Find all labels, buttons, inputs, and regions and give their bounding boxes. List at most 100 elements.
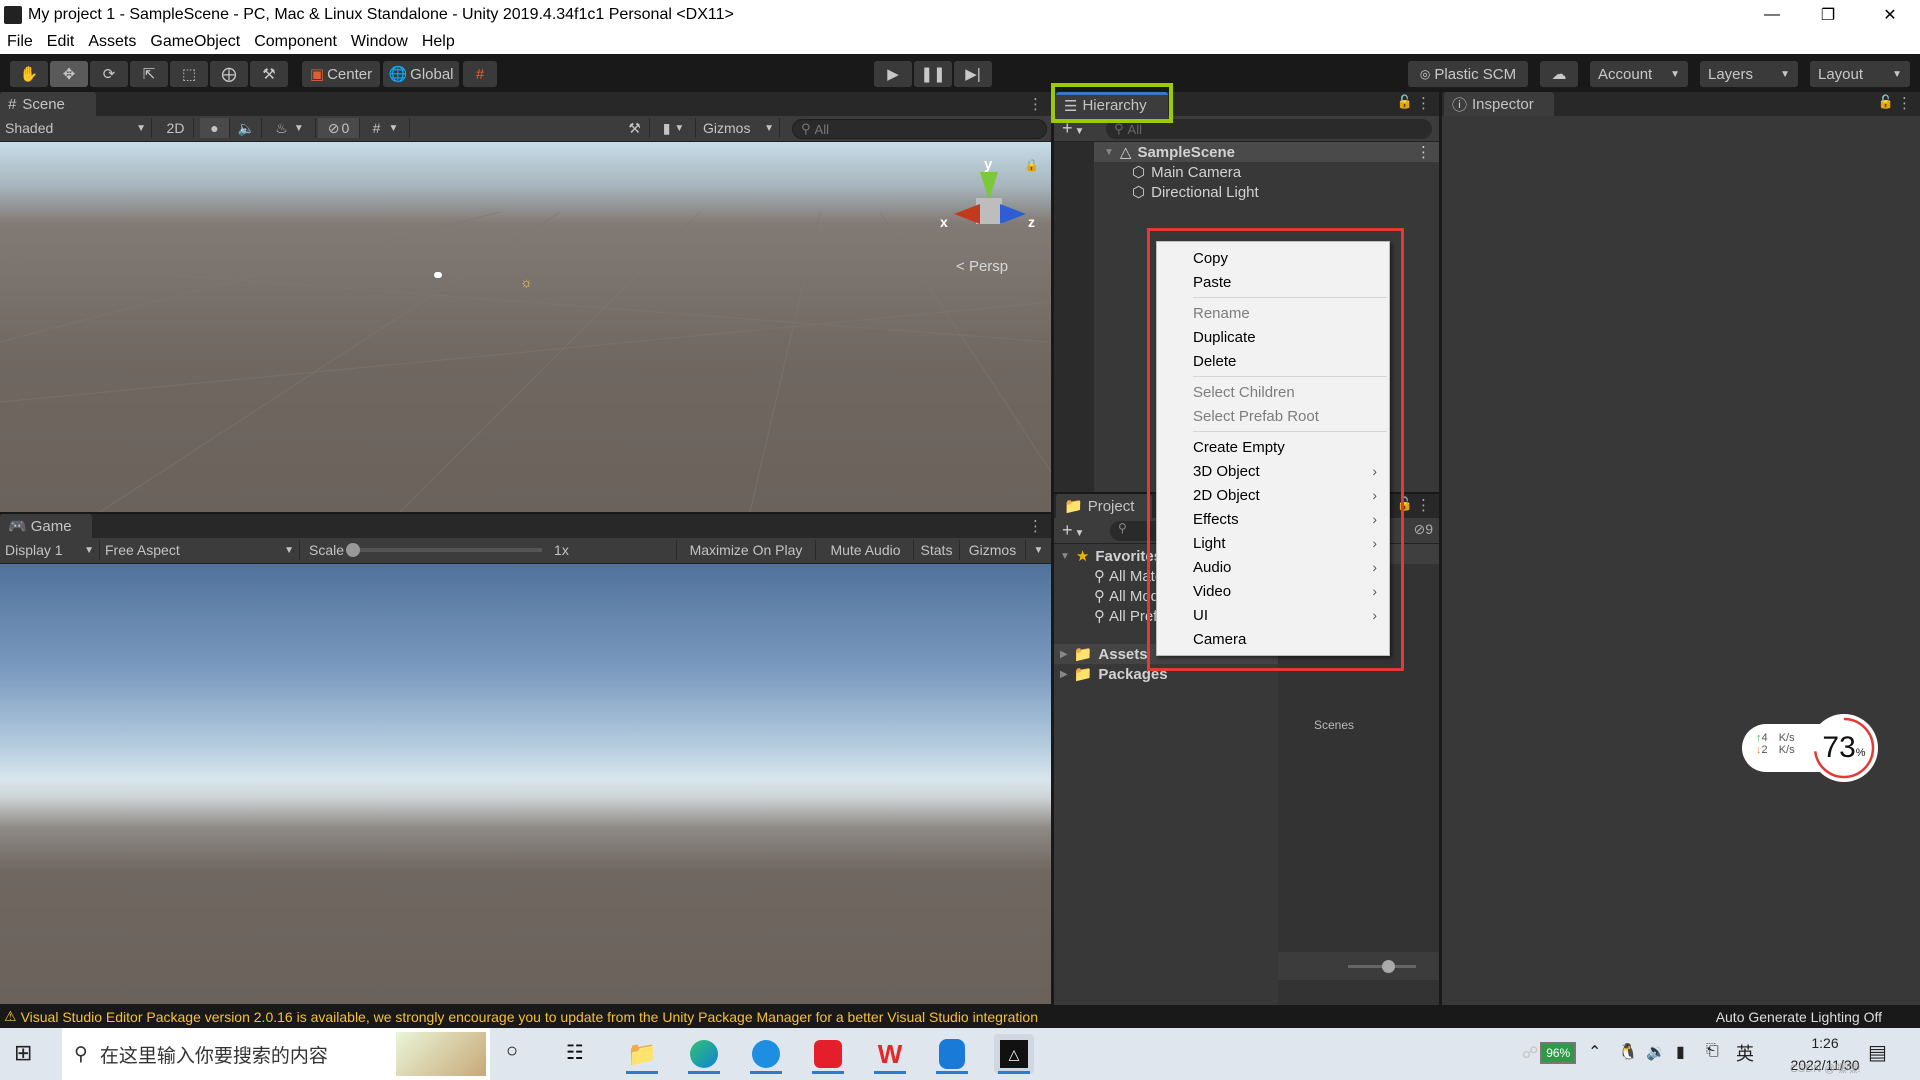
minimize-button[interactable]: — (1744, 0, 1800, 30)
menu-item-copy[interactable]: Copy (1157, 246, 1389, 270)
cortana-button[interactable]: ○ (506, 1040, 518, 1063)
hidden-packages-toggle[interactable]: ⊘9 (1413, 521, 1433, 538)
scenes-folder-label[interactable]: Scenes (1314, 718, 1354, 732)
gizmo-z-arrow[interactable] (1000, 204, 1026, 224)
game-gizmos-dropdown[interactable]: ▼ (1026, 540, 1051, 560)
taskbar-app-edge[interactable] (684, 1034, 724, 1074)
battery-indicator[interactable]: ☍ 96% (1522, 1042, 1577, 1064)
lock-icon[interactable]: 🔒 (1024, 158, 1039, 172)
menu-item-light[interactable]: Light › (1157, 531, 1389, 555)
camera-dropdown[interactable]: ▮ ▼ (652, 118, 696, 138)
play-button[interactable]: ▶ (874, 61, 912, 87)
pivot-mode-button[interactable]: ▣ Center (302, 61, 380, 87)
menu-file[interactable]: File (0, 33, 40, 51)
mute-audio-toggle[interactable]: Mute Audio (818, 540, 914, 560)
action-center-button[interactable]: ▤ (1868, 1040, 1887, 1065)
transform-tool-button[interactable]: ⨁ (210, 61, 248, 87)
show-hidden-icons-button[interactable]: ⌃ (1588, 1042, 1601, 1062)
taskbar-app-file-explorer[interactable]: 📁 (622, 1034, 662, 1074)
step-button[interactable]: ▶| (954, 61, 992, 87)
game-gizmos-toggle[interactable]: Gizmos (960, 540, 1026, 560)
taskbar-app-edge-legacy[interactable] (746, 1034, 786, 1074)
thumbnail-size-slider[interactable] (1348, 960, 1416, 973)
menu-item-2d-object[interactable]: 2D Object › (1157, 483, 1389, 507)
project-create-dropdown[interactable]: + ▼ (1062, 520, 1084, 541)
gizmos-dropdown[interactable]: Gizmos ▼ (698, 118, 780, 138)
audio-toggle[interactable]: 🔈 (232, 118, 262, 138)
tab-inspector[interactable]: ⓘ Inspector (1444, 92, 1554, 116)
gizmo-y-arrow[interactable] (980, 172, 998, 200)
menu-window[interactable]: Window (344, 33, 415, 51)
menu-item-duplicate[interactable]: Duplicate (1157, 325, 1389, 349)
hand-tool-button[interactable]: ✋ (10, 61, 48, 87)
qq-tray-icon[interactable]: 🐧 (1618, 1042, 1638, 1062)
menu-item-create-empty[interactable]: Create Empty (1157, 435, 1389, 459)
taskbar-search-box[interactable]: ⚲ 在这里输入你要搜索的内容 (62, 1028, 490, 1080)
more-options-icon[interactable]: ⋮ (1416, 496, 1431, 514)
expand-arrow-icon[interactable]: ▶ (1060, 669, 1068, 680)
plastic-scm-button[interactable]: ◎ Plastic SCM (1408, 61, 1528, 87)
windows-start-button[interactable]: ⊞ (14, 1040, 32, 1066)
light-gizmo-icon[interactable]: ☼ (520, 274, 533, 290)
lock-icon[interactable]: 🔓 (1878, 94, 1894, 110)
volume-tray-icon[interactable]: 🔉 (1646, 1042, 1666, 1062)
menu-assets[interactable]: Assets (81, 33, 143, 51)
sync-tray-icon[interactable]: ⎗ (1706, 1042, 1719, 1060)
stats-toggle[interactable]: Stats (914, 540, 960, 560)
layout-dropdown[interactable]: Layout ▼ (1810, 61, 1910, 87)
task-view-button[interactable]: ☷ (566, 1040, 584, 1065)
aspect-dropdown[interactable]: Free Aspect ▼ (100, 540, 300, 560)
hierarchy-item[interactable]: ⬡ Main Camera (1094, 162, 1439, 182)
pause-button[interactable]: ❚❚ (914, 61, 952, 87)
menu-item-audio[interactable]: Audio › (1157, 555, 1389, 579)
game-viewport[interactable] (0, 564, 1051, 1004)
move-tool-button[interactable]: ✥ (50, 61, 88, 87)
menu-gameobject[interactable]: GameObject (143, 33, 247, 51)
tab-game[interactable]: 🎮 Game (0, 514, 92, 538)
camera-gizmo-icon[interactable] (434, 272, 442, 278)
more-options-icon[interactable]: ⋮ (1028, 95, 1043, 113)
menu-item-effects[interactable]: Effects › (1157, 507, 1389, 531)
scene-root-row[interactable]: ▼ △ SampleScene ⋮ (1094, 142, 1439, 162)
menu-item-video[interactable]: Video › (1157, 579, 1389, 603)
layers-dropdown[interactable]: Layers ▼ (1700, 61, 1798, 87)
menu-component[interactable]: Component (247, 33, 344, 51)
menu-item-ui[interactable]: UI › (1157, 603, 1389, 627)
close-button[interactable]: ✕ (1862, 0, 1918, 30)
grid-snap-button[interactable]: # (463, 61, 497, 87)
menu-item-paste[interactable]: Paste (1157, 270, 1389, 294)
rotate-tool-button[interactable]: ⟳ (90, 61, 128, 87)
rect-tool-button[interactable]: ⬚ (170, 61, 208, 87)
more-options-icon[interactable]: ⋮ (1416, 94, 1431, 112)
menu-item-delete[interactable]: Delete (1157, 349, 1389, 373)
taskbar-app-unity[interactable]: △ (994, 1034, 1034, 1074)
menu-help[interactable]: Help (415, 33, 462, 51)
scene-search-input[interactable]: ⚲ All (792, 119, 1047, 139)
maximize-button[interactable]: ❐ (1800, 0, 1856, 30)
expand-arrow-icon[interactable]: ▼ (1104, 147, 1114, 158)
scale-track[interactable] (346, 543, 543, 557)
lighting-toggle[interactable]: ● (200, 118, 230, 138)
more-options-icon[interactable]: ⋮ (1028, 517, 1043, 535)
scale-slider[interactable]: Scale 1x (304, 540, 674, 560)
ime-indicator[interactable]: 英 (1736, 1040, 1754, 1066)
memory-usage-gauge[interactable]: 73% (1810, 714, 1878, 782)
power-tray-icon[interactable]: ▮ (1676, 1042, 1685, 1062)
status-warning-message[interactable]: Visual Studio Editor Package version 2.0… (21, 1009, 1038, 1025)
tab-project[interactable]: 📁 Project (1056, 494, 1152, 518)
more-options-icon[interactable]: ⋮ (1416, 143, 1431, 161)
gizmo-x-arrow[interactable] (954, 204, 980, 224)
taskbar-app-wps[interactable]: W (870, 1034, 910, 1074)
custom-tool-button[interactable]: ⚒ (250, 61, 288, 87)
scale-tool-button[interactable]: ⇱ (130, 61, 168, 87)
taskbar-app-netease-music[interactable] (808, 1034, 848, 1074)
auto-lighting-status[interactable]: Auto Generate Lighting Off (1716, 1009, 1882, 1025)
taskbar-app-phone[interactable] (932, 1034, 972, 1074)
scene-tools-button[interactable]: ⚒ (620, 118, 650, 138)
display-dropdown[interactable]: Display 1 ▼ (0, 540, 100, 560)
expand-arrow-icon[interactable]: ▼ (1060, 551, 1070, 562)
hierarchy-item[interactable]: ⬡ Directional Light (1094, 182, 1439, 202)
maximize-on-play-toggle[interactable]: Maximize On Play (676, 540, 816, 560)
menu-item-camera[interactable]: Camera (1157, 627, 1389, 651)
scene-viewport[interactable]: ☼ y x z 🔒 < Persp (0, 142, 1051, 512)
